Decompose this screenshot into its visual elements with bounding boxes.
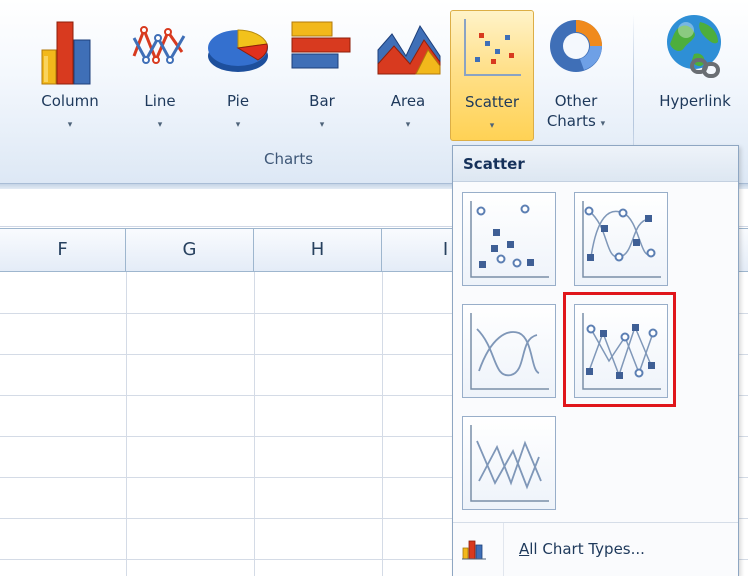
line-chart-icon	[132, 25, 186, 64]
dropdown-title: Scatter	[453, 146, 738, 182]
column-chart-button[interactable]: Column ▾	[22, 8, 118, 136]
pie-chart-icon	[208, 29, 268, 72]
scatter-label: Scatter	[464, 93, 520, 111]
chevron-down-icon: ▾	[67, 120, 73, 130]
chevron-down-icon: ▾	[235, 120, 241, 130]
doughnut-chart-icon	[550, 20, 602, 72]
chevron-down-icon: ▾	[157, 120, 163, 130]
all-chart-types-label: All Chart Types...	[519, 540, 645, 558]
scatter-markers-only-option[interactable]	[462, 192, 556, 286]
column-header-f[interactable]: F	[0, 229, 126, 271]
grid-line	[126, 272, 127, 576]
charts-group-label: Charts	[264, 150, 314, 168]
pie-label: Pie	[226, 92, 250, 110]
scatter-chart-button[interactable]: Scatter ▾	[450, 10, 534, 141]
scatter-chart-icon	[464, 19, 521, 76]
area-chart-icon	[377, 24, 441, 75]
bar-chart-icon	[291, 21, 351, 69]
hyperlink-label: Hyperlink	[659, 92, 731, 110]
column-header-g[interactable]: G	[126, 229, 254, 271]
all-chart-types-mnemonic: A	[519, 540, 530, 558]
other-label-line2-text: Charts	[546, 112, 596, 130]
chevron-down-icon: ▾	[600, 119, 606, 129]
scatter-smooth-lines-markers-icon	[582, 201, 661, 278]
chevron-down-icon: ▾	[319, 120, 325, 130]
grid-line	[382, 272, 383, 576]
all-chart-types-label-rest: ll Chart Types...	[529, 540, 645, 558]
column-header-h[interactable]: H	[254, 229, 382, 271]
other-label-line1: Other	[554, 92, 598, 110]
pie-chart-button[interactable]: Pie ▾	[200, 8, 276, 136]
bar-chart-button[interactable]: Bar ▾	[284, 8, 360, 136]
other-charts-button[interactable]: Other Charts ▾	[538, 8, 614, 148]
scatter-straight-lines-icon	[470, 425, 549, 502]
highlight-box	[563, 292, 676, 407]
chevron-down-icon: ▾	[489, 121, 495, 131]
chevron-down-icon: ▾	[405, 120, 411, 130]
hyperlink-button[interactable]: Hyperlink	[642, 8, 748, 136]
all-chart-types-icon	[462, 540, 486, 560]
scatter-smooth-lines-icon	[470, 313, 549, 390]
footer-separator	[503, 523, 504, 576]
scatter-markers-only-icon	[470, 201, 549, 278]
other-label-line2: Charts ▾	[538, 112, 614, 133]
column-label: Column	[41, 92, 99, 110]
area-label: Area	[390, 92, 426, 110]
column-chart-icon	[41, 21, 91, 85]
line-chart-button[interactable]: Line ▾	[122, 8, 198, 136]
area-chart-button[interactable]: Area ▾	[370, 8, 446, 136]
scatter-smooth-lines-option[interactable]	[462, 304, 556, 398]
bar-label: Bar	[309, 92, 335, 110]
scatter-smooth-lines-markers-option[interactable]	[574, 192, 668, 286]
globe-link-icon	[667, 15, 721, 78]
line-label: Line	[144, 92, 176, 110]
scatter-straight-lines-option[interactable]	[462, 416, 556, 510]
all-chart-types-menu-item[interactable]: All Chart Types...	[453, 523, 738, 576]
grid-line	[254, 272, 255, 576]
